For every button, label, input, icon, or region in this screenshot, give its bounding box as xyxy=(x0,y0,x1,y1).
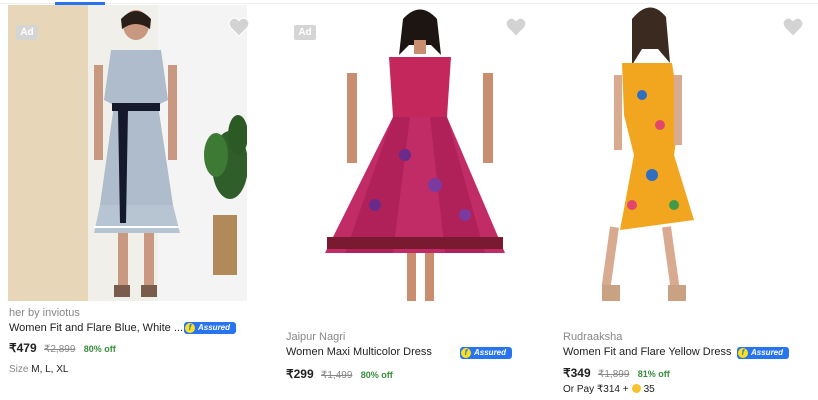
product-image[interactable] xyxy=(562,5,812,301)
product-card[interactable]: Ad her by inviotus Women Fit and Flare B… xyxy=(8,5,258,400)
ad-badge: Ad xyxy=(294,25,316,40)
flipkart-assured-icon: f xyxy=(461,348,471,358)
top-divider xyxy=(0,3,818,4)
product-card[interactable]: Rudraaksha Women Fit and Flare Yellow Dr… xyxy=(562,5,812,400)
selling-price: ₹349 xyxy=(563,366,591,380)
product-brand: Jaipur Nagri xyxy=(286,331,346,343)
selling-price: ₹479 xyxy=(9,341,37,355)
pay-with-coins-row: Or Pay ₹314 + 35 xyxy=(563,384,655,395)
ad-badge: Ad xyxy=(16,25,38,40)
product-photo-blue-dress xyxy=(8,5,247,301)
price-row: ₹349 ₹1,899 81% off xyxy=(563,366,670,380)
heart-icon[interactable] xyxy=(782,17,804,37)
product-photo-yellow-dress xyxy=(562,5,812,301)
product-image[interactable] xyxy=(8,5,247,301)
heart-icon[interactable] xyxy=(505,17,527,37)
product-brand: her by inviotus xyxy=(9,307,80,319)
product-brand: Rudraaksha xyxy=(563,331,623,343)
size-row: Size M, L, XL xyxy=(9,364,68,375)
flipkart-assured-icon: f xyxy=(185,323,195,333)
discount-percent: 81% off xyxy=(637,369,670,379)
original-price: ₹1,499 xyxy=(321,370,353,381)
product-card[interactable]: Ad Jaipur Nagri Women Maxi Multicolor Dr… xyxy=(285,5,535,400)
pay-prefix: Or Pay ₹314 + xyxy=(563,384,629,395)
product-photo-pink-maxi xyxy=(285,5,535,301)
price-row: ₹299 ₹1,499 80% off xyxy=(286,367,393,381)
size-label: Size xyxy=(9,364,29,375)
supercoin-icon xyxy=(631,384,641,393)
product-image[interactable] xyxy=(285,5,535,301)
assured-badge: f Assured xyxy=(460,347,512,359)
assured-badge: f Assured xyxy=(737,347,789,359)
size-values: M, L, XL xyxy=(31,364,69,375)
assured-badge: f Assured xyxy=(184,322,236,334)
product-title[interactable]: Women Fit and Flare Yellow Dress xyxy=(563,346,732,358)
product-title[interactable]: Women Maxi Multicolor Dress xyxy=(286,346,432,358)
flipkart-assured-icon: f xyxy=(738,348,748,358)
product-title[interactable]: Women Fit and Flare Blue, White ... xyxy=(9,322,183,334)
original-price: ₹1,899 xyxy=(598,369,630,380)
coin-count: 35 xyxy=(643,384,655,395)
selling-price: ₹299 xyxy=(286,367,314,381)
discount-percent: 80% off xyxy=(360,370,393,380)
price-row: ₹479 ₹2,899 80% off xyxy=(9,341,116,355)
original-price: ₹2,899 xyxy=(44,344,76,355)
heart-icon[interactable] xyxy=(228,17,250,37)
discount-percent: 80% off xyxy=(83,344,116,354)
